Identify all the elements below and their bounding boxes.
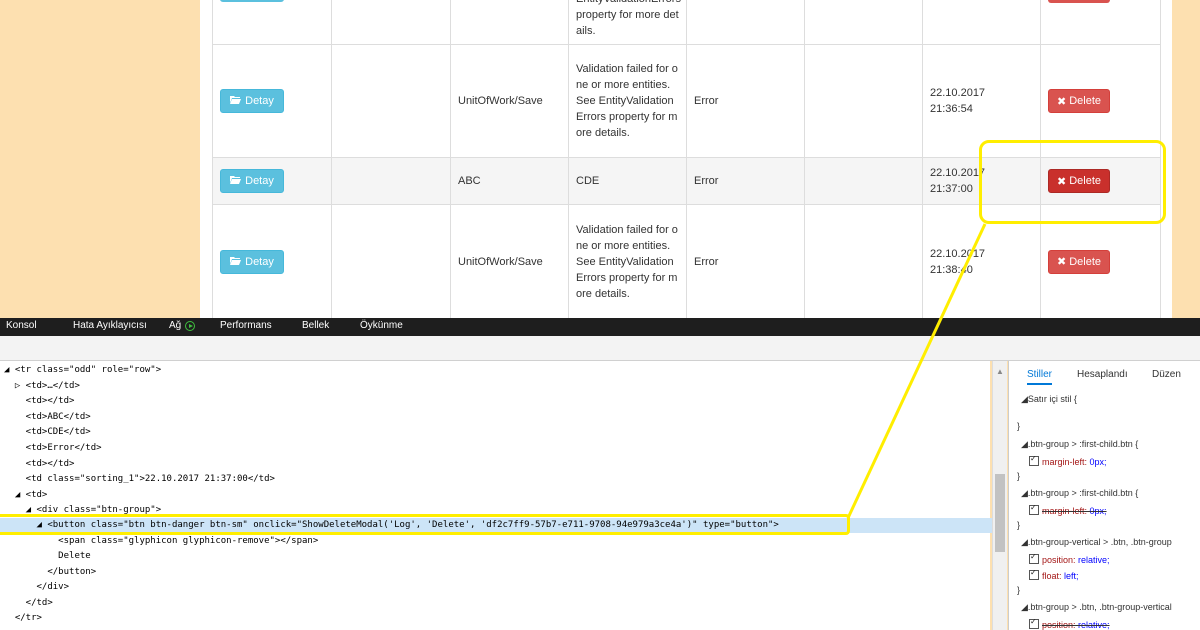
style-property-overridden[interactable]: position: relative; bbox=[1029, 617, 1110, 630]
dom-node[interactable]: <td>ABC</td> bbox=[4, 410, 994, 425]
dom-scrollbar[interactable]: ▲ bbox=[992, 361, 1007, 630]
highlight-dom-line bbox=[0, 514, 850, 535]
property-checkbox[interactable] bbox=[1029, 568, 1039, 580]
delete-label: Delete bbox=[1069, 255, 1101, 268]
style-property[interactable]: position: relative; bbox=[1029, 552, 1110, 565]
dom-node[interactable]: <td></td> bbox=[4, 457, 994, 472]
tab-performance[interactable]: Performans bbox=[220, 320, 272, 331]
cell-message: Validation failed for one or more entiti… bbox=[576, 63, 678, 139]
cell-message: CDE bbox=[576, 175, 600, 187]
dom-node[interactable]: <td class="sorting_1">22.10.2017 21:37:0… bbox=[4, 472, 994, 487]
delete-button[interactable]: ✖ Delete bbox=[1048, 89, 1110, 113]
style-rule: ◢.btn-group > :first-child.btn { bbox=[1021, 439, 1139, 449]
dom-node[interactable]: <span class="glyphicon glyphicon-remove"… bbox=[4, 534, 994, 549]
style-rule: ◢.btn-group > .btn, .btn-group-vertical bbox=[1021, 602, 1172, 612]
cell-level: Error bbox=[694, 175, 719, 187]
dom-node[interactable]: Delete bbox=[4, 549, 994, 564]
dom-node[interactable]: ◢ <tr class="odd" role="row"> bbox=[4, 363, 994, 378]
folder-open-icon bbox=[230, 95, 242, 107]
detay-button[interactable]: Detay bbox=[220, 249, 284, 274]
property-checkbox[interactable] bbox=[1029, 617, 1039, 629]
dom-node[interactable]: </button> bbox=[4, 565, 994, 580]
style-rule: ◢.btn-group-vertical > .btn, .btn-group bbox=[1021, 537, 1172, 547]
scrollbar-thumb[interactable] bbox=[995, 474, 1005, 552]
tab-layout[interactable]: Düzen bbox=[1152, 369, 1181, 380]
dom-node[interactable]: </td> bbox=[4, 596, 994, 611]
remove-icon: ✖ bbox=[1056, 256, 1067, 268]
rule-close: } bbox=[1017, 471, 1021, 481]
remove-icon: ✖ bbox=[1056, 95, 1067, 108]
delete-button[interactable]: ✖ Delete bbox=[1048, 249, 1110, 274]
tab-memory[interactable]: Bellek bbox=[302, 320, 329, 331]
expand-icon[interactable]: ◢ bbox=[1021, 602, 1028, 612]
style-property[interactable]: margin-left: 0px; bbox=[1029, 454, 1107, 467]
expand-icon[interactable]: ◢ bbox=[1021, 537, 1028, 547]
dom-node[interactable]: ◢ <td> bbox=[4, 488, 994, 503]
cell-source: ABC bbox=[458, 175, 481, 187]
property-checkbox[interactable] bbox=[1029, 552, 1039, 564]
tab-network-label: Ağ bbox=[169, 320, 182, 331]
expand-icon[interactable]: ◢ bbox=[1021, 394, 1028, 404]
page-background bbox=[0, 0, 200, 318]
detay-label: Detay bbox=[245, 175, 274, 187]
detay-button[interactable]: Detay bbox=[220, 89, 284, 113]
record-icon bbox=[185, 321, 195, 331]
detay-label: Detay bbox=[245, 255, 274, 268]
cell-level: Error bbox=[694, 95, 719, 107]
cell-level: Error bbox=[694, 255, 719, 268]
detay-button[interactable] bbox=[220, 0, 284, 2]
cell-date: 22.10.2017 21:38:40 bbox=[930, 247, 986, 276]
dom-node[interactable]: <td>CDE</td> bbox=[4, 425, 994, 440]
tab-computed[interactable]: Hesaplandı bbox=[1077, 369, 1128, 380]
delete-label: Delete bbox=[1069, 95, 1101, 107]
expand-icon[interactable]: ◢ bbox=[1021, 488, 1028, 498]
style-rule-inline: ◢Satır içi stil { bbox=[1021, 394, 1077, 404]
style-rule: ◢.btn-group > :first-child.btn { bbox=[1021, 488, 1139, 498]
dom-node[interactable]: <td></td> bbox=[4, 394, 994, 409]
dom-node[interactable]: <td>Error</td> bbox=[4, 441, 994, 456]
tab-konsol[interactable]: Konsol bbox=[6, 320, 37, 331]
tab-emulation[interactable]: Öykünme bbox=[360, 320, 403, 331]
tab-styles[interactable]: Stiller bbox=[1027, 369, 1053, 385]
detay-button[interactable]: Detay bbox=[220, 169, 284, 193]
cell-message: EntityValidationErrors property for more… bbox=[576, 0, 681, 37]
cell-source: UnitOfWork/Save bbox=[458, 255, 543, 268]
devtools-toolbar: Konsol Hata Ayıklayıcısı Ağ Performans B… bbox=[0, 318, 1200, 336]
rule-close: } bbox=[1017, 421, 1021, 431]
dom-tree: ◢ <tr class="odd" role="row"> ▷ <td>…</t… bbox=[0, 361, 994, 630]
folder-open-icon bbox=[230, 175, 242, 187]
cell-message: Validation failed for one or more entiti… bbox=[576, 223, 678, 300]
table-row: EntityValidationErrors property for more… bbox=[213, 0, 1160, 45]
style-property[interactable]: float: left; bbox=[1029, 568, 1079, 581]
style-property-overridden[interactable]: margin-left: 0px; bbox=[1029, 503, 1107, 516]
highlight-delete-button bbox=[979, 140, 1166, 224]
cell-date: 22.10.2017 21:36:54 bbox=[930, 87, 986, 115]
devtools-subtoolbar bbox=[0, 336, 1200, 361]
detay-label: Detay bbox=[245, 95, 274, 107]
folder-open-icon bbox=[230, 256, 242, 268]
delete-button[interactable] bbox=[1048, 0, 1110, 3]
cell-source: UnitOfWork/Save bbox=[458, 95, 543, 107]
styles-pane: Stiller Hesaplandı Düzen ◢Satır içi stil… bbox=[1008, 361, 1200, 630]
tab-network[interactable]: Ağ bbox=[169, 320, 181, 331]
dom-node[interactable]: ▷ <td>…</td> bbox=[4, 379, 994, 394]
rule-close: } bbox=[1017, 585, 1021, 595]
dom-node[interactable]: </div> bbox=[4, 580, 994, 595]
property-checkbox[interactable] bbox=[1029, 503, 1039, 515]
dom-node[interactable]: </tr> bbox=[4, 611, 994, 626]
property-checkbox[interactable] bbox=[1029, 454, 1039, 466]
tab-debugger[interactable]: Hata Ayıklayıcısı bbox=[73, 320, 147, 331]
rule-close: } bbox=[1017, 520, 1021, 530]
scroll-up-icon[interactable]: ▲ bbox=[996, 367, 1004, 376]
expand-icon[interactable]: ◢ bbox=[1021, 439, 1028, 449]
